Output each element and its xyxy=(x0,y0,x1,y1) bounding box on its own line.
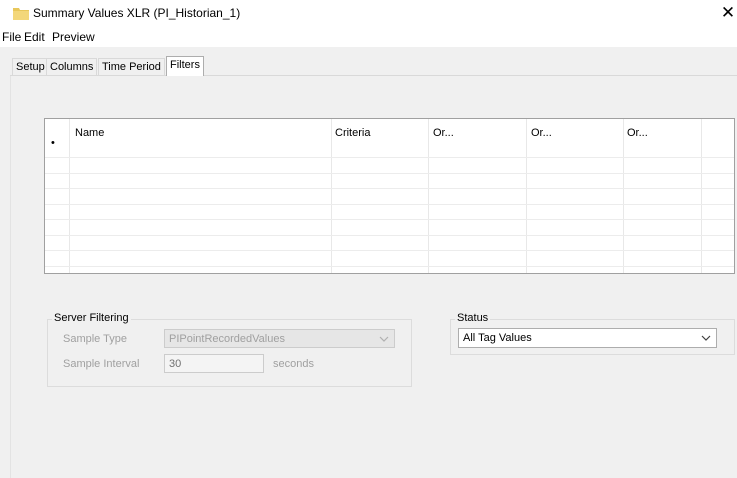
tab-setup[interactable]: Setup xyxy=(12,58,49,76)
table-row[interactable] xyxy=(45,219,734,220)
tab-strip-divider xyxy=(10,75,737,76)
status-select[interactable]: All Tag Values xyxy=(458,328,717,348)
menu-bar: File Edit Preview xyxy=(0,27,737,47)
server-filtering-title: Server Filtering xyxy=(52,312,131,324)
column-header-or-2[interactable]: Or... xyxy=(531,127,552,139)
menu-edit[interactable]: Edit xyxy=(24,30,45,44)
table-row[interactable] xyxy=(45,204,734,205)
column-header-or-1[interactable]: Or... xyxy=(433,127,454,139)
table-row[interactable] xyxy=(45,250,734,251)
filters-grid[interactable]: Name Criteria Or... Or... Or... • xyxy=(44,118,735,274)
column-header-criteria[interactable]: Criteria xyxy=(335,127,370,139)
tab-time-period[interactable]: Time Period xyxy=(98,58,165,76)
status-value: All Tag Values xyxy=(463,332,532,344)
table-row[interactable] xyxy=(45,157,734,158)
new-row-marker: • xyxy=(51,137,55,149)
sample-interval-label: Sample Interval xyxy=(63,358,140,370)
folder-icon xyxy=(13,8,29,20)
menu-preview[interactable]: Preview xyxy=(52,30,95,44)
table-row[interactable] xyxy=(45,173,734,174)
chevron-down-icon xyxy=(379,336,389,342)
column-header-name[interactable]: Name xyxy=(75,127,104,139)
table-row[interactable] xyxy=(45,235,734,236)
title-bar: Summary Values XLR (PI_Historian_1) ✕ xyxy=(0,0,737,26)
sample-type-select[interactable]: PIPointRecordedValues xyxy=(164,329,395,348)
sample-interval-input[interactable]: 30 xyxy=(164,354,264,373)
column-header-or-3[interactable]: Or... xyxy=(627,127,648,139)
sample-type-value: PIPointRecordedValues xyxy=(169,333,285,345)
tab-panel-border xyxy=(10,76,11,478)
chevron-down-icon xyxy=(701,335,711,341)
table-row[interactable] xyxy=(45,188,734,189)
dialog-content: Setup Columns Time Period Filters Name C… xyxy=(0,47,737,478)
sample-interval-unit: seconds xyxy=(273,358,314,370)
tab-filters[interactable]: Filters xyxy=(166,56,204,76)
table-row[interactable] xyxy=(45,266,734,267)
tab-columns[interactable]: Columns xyxy=(46,58,98,76)
sample-type-label: Sample Type xyxy=(63,333,128,345)
menu-file[interactable]: File xyxy=(2,30,21,44)
close-button[interactable]: ✕ xyxy=(719,3,737,23)
window-title: Summary Values XLR (PI_Historian_1) xyxy=(33,6,241,20)
status-title: Status xyxy=(455,312,491,324)
